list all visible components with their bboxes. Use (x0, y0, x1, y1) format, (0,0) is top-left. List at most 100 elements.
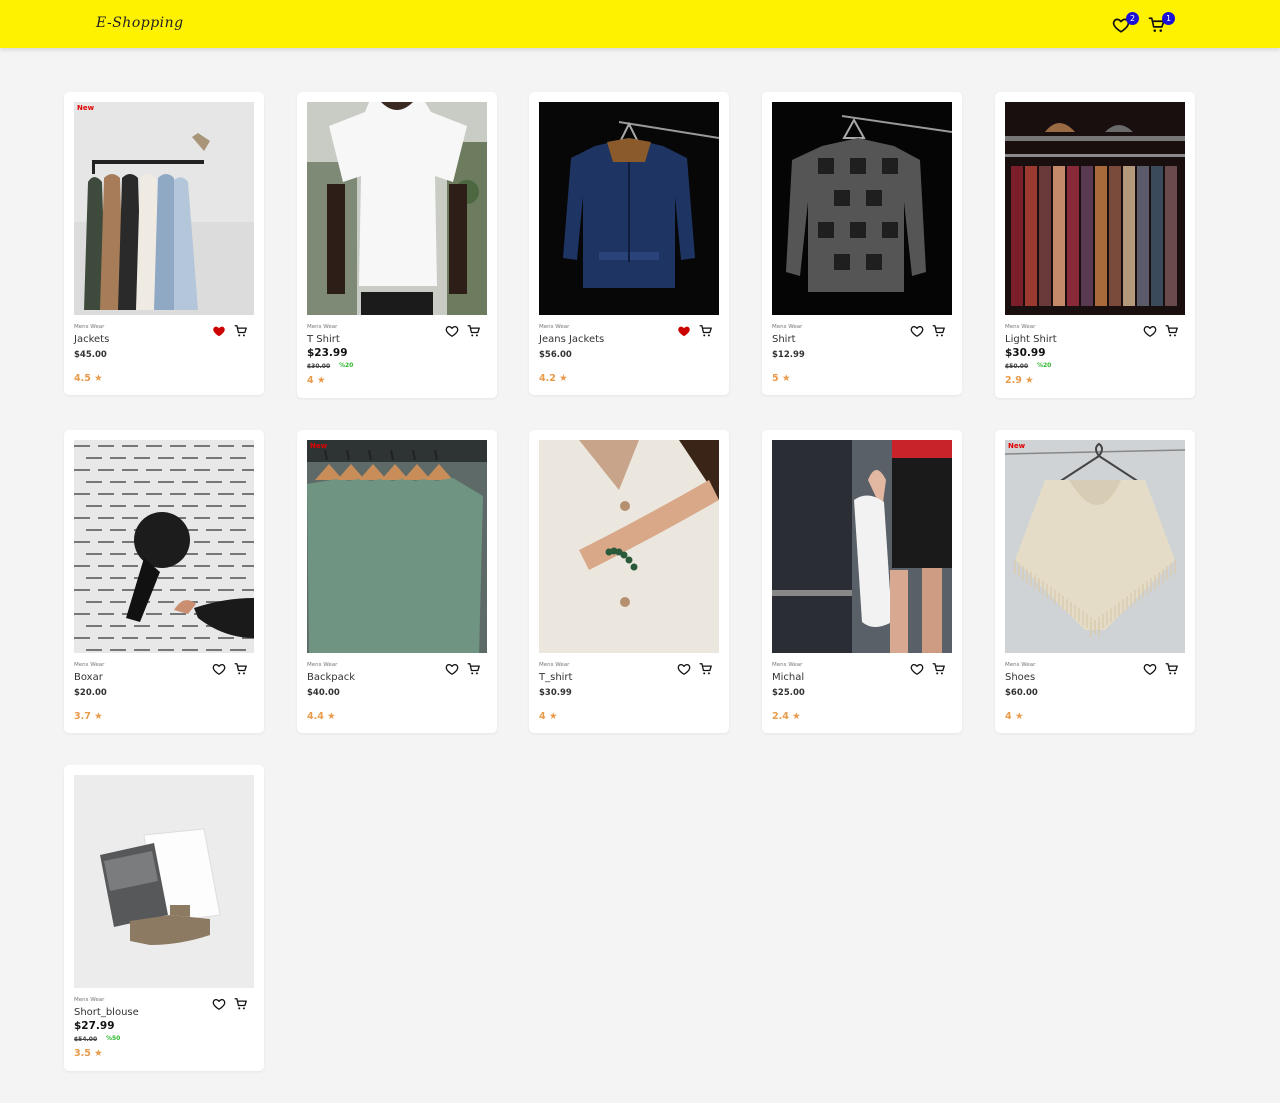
cart-icon (467, 325, 480, 337)
new-tag: New (1008, 442, 1026, 450)
add-to-cart-button[interactable] (932, 324, 946, 338)
product-category: Mens Wear (74, 662, 105, 668)
favorite-button[interactable] (1143, 662, 1157, 676)
product-image[interactable] (307, 440, 487, 653)
white-tshirt-image (307, 102, 487, 315)
favorite-button[interactable] (1143, 324, 1157, 338)
folded-outfit-image (74, 775, 254, 988)
product-name[interactable]: Backpack (307, 672, 355, 683)
product-price: $12.99 (772, 350, 805, 360)
cart-icon (699, 663, 712, 675)
favorite-button[interactable] (910, 662, 924, 676)
add-to-cart-button[interactable] (467, 662, 481, 676)
product-price: $60.00 (1005, 688, 1038, 698)
product-category: Mens Wear (772, 324, 803, 330)
product-rating: 3.5 ★ (74, 1048, 103, 1059)
add-to-cart-button[interactable] (699, 324, 713, 338)
heart-icon (678, 326, 690, 337)
rating-value: 4 (307, 375, 314, 386)
add-to-cart-button[interactable] (467, 324, 481, 338)
cart-icon (467, 663, 480, 675)
product-name[interactable]: Shirt (772, 334, 796, 345)
product-image[interactable] (74, 440, 254, 653)
product-name[interactable]: T Shirt (307, 334, 340, 345)
product-price: $27.99 (74, 1020, 115, 1032)
product-name[interactable]: Light Shirt (1005, 334, 1057, 345)
cart-icon (234, 325, 247, 337)
product-card[interactable]: New Mens Wear Jackets $45.00 4.5 ★ (64, 92, 264, 395)
add-to-cart-button[interactable] (932, 662, 946, 676)
favorite-button[interactable] (910, 324, 924, 338)
product-image[interactable] (1005, 440, 1185, 653)
product-image[interactable] (539, 440, 719, 653)
product-rating: 2.4 ★ (772, 711, 801, 722)
favorite-button[interactable] (212, 662, 226, 676)
product-image[interactable] (307, 102, 487, 315)
product-image[interactable] (74, 102, 254, 315)
product-category: Mens Wear (539, 662, 570, 668)
product-discount: %20 (1037, 362, 1052, 369)
rating-value: 2.9 (1005, 375, 1022, 386)
favorite-button[interactable] (677, 662, 691, 676)
site-logo[interactable]: E-Shopping (96, 15, 184, 31)
cart-icon (699, 325, 712, 337)
product-card[interactable]: Mens Wear Light Shirt $30.99 $50.00 %20 2.9 ★ (995, 92, 1195, 398)
product-name[interactable]: Jackets (74, 334, 109, 345)
product-name[interactable]: Short_blouse (74, 1007, 139, 1018)
product-rating: 5 ★ (772, 373, 790, 384)
add-to-cart-button[interactable] (234, 662, 248, 676)
favorite-button[interactable] (445, 324, 459, 338)
star-icon: ★ (94, 1048, 103, 1059)
product-price: $20.00 (74, 688, 107, 698)
add-to-cart-button[interactable] (234, 324, 248, 338)
heart-icon (1143, 663, 1157, 675)
product-image[interactable] (74, 775, 254, 988)
favorite-button[interactable] (212, 997, 226, 1011)
product-name[interactable]: Boxar (74, 672, 103, 683)
product-category: Mens Wear (307, 324, 338, 330)
product-rating: 4 ★ (307, 375, 325, 386)
product-card[interactable]: Mens Wear Jeans Jackets $56.00 4.2 ★ (529, 92, 729, 395)
denim-jacket-image (539, 102, 719, 315)
new-tag: New (77, 104, 95, 112)
product-image[interactable] (772, 440, 952, 653)
product-card[interactable]: New Mens Wear Backpack $40.00 4.4 ★ (297, 430, 497, 733)
product-name[interactable]: Jeans Jackets (539, 334, 604, 345)
favorite-button[interactable] (212, 324, 226, 338)
product-card[interactable]: New Mens Wear Shoes $60.00 4 ★ (995, 430, 1195, 733)
product-image[interactable] (1005, 102, 1185, 315)
star-icon: ★ (792, 711, 801, 722)
product-old-price: $30.00 (307, 363, 331, 370)
product-card[interactable]: Mens Wear Short_blouse $27.99 $54.00 %50 3.5 … (64, 765, 264, 1071)
product-price: $56.00 (539, 350, 572, 360)
add-to-cart-button[interactable] (234, 997, 248, 1011)
product-image[interactable] (539, 102, 719, 315)
wishlist-count-badge: 2 (1126, 12, 1139, 25)
product-name[interactable]: Shoes (1005, 672, 1035, 683)
product-card[interactable]: Mens Wear Boxar $20.00 3.7 ★ (64, 430, 264, 733)
product-card[interactable]: Mens Wear Michal $25.00 2.4 ★ (762, 430, 962, 733)
rating-value: 5 (772, 373, 779, 384)
add-to-cart-button[interactable] (699, 662, 713, 676)
product-name[interactable]: Michal (772, 672, 804, 683)
wishlist-button[interactable]: 2 (1111, 12, 1139, 36)
top-bar: E-Shopping 2 1 (0, 0, 1280, 48)
favorite-button[interactable] (677, 324, 691, 338)
cart-button[interactable]: 1 (1147, 12, 1175, 36)
add-to-cart-button[interactable] (1165, 662, 1179, 676)
product-price: $45.00 (74, 350, 107, 360)
star-icon: ★ (316, 375, 326, 386)
product-name[interactable]: T_shirt (539, 672, 572, 683)
product-price: $30.99 (1005, 347, 1046, 359)
product-card[interactable]: Mens Wear T Shirt $23.99 $30.00 %20 4 ★ (297, 92, 497, 398)
heart-icon (677, 663, 691, 675)
add-to-cart-button[interactable] (1165, 324, 1179, 338)
product-card[interactable]: Mens Wear T_shirt $30.99 4 ★ (529, 430, 729, 733)
product-image[interactable] (772, 102, 952, 315)
product-old-price: $54.00 (74, 1036, 98, 1043)
product-card[interactable]: Mens Wear Shirt $12.99 5 ★ (762, 92, 962, 395)
cart-icon (932, 663, 945, 675)
favorite-button[interactable] (445, 662, 459, 676)
product-price: $23.99 (307, 347, 348, 359)
star-icon: ★ (781, 373, 791, 384)
